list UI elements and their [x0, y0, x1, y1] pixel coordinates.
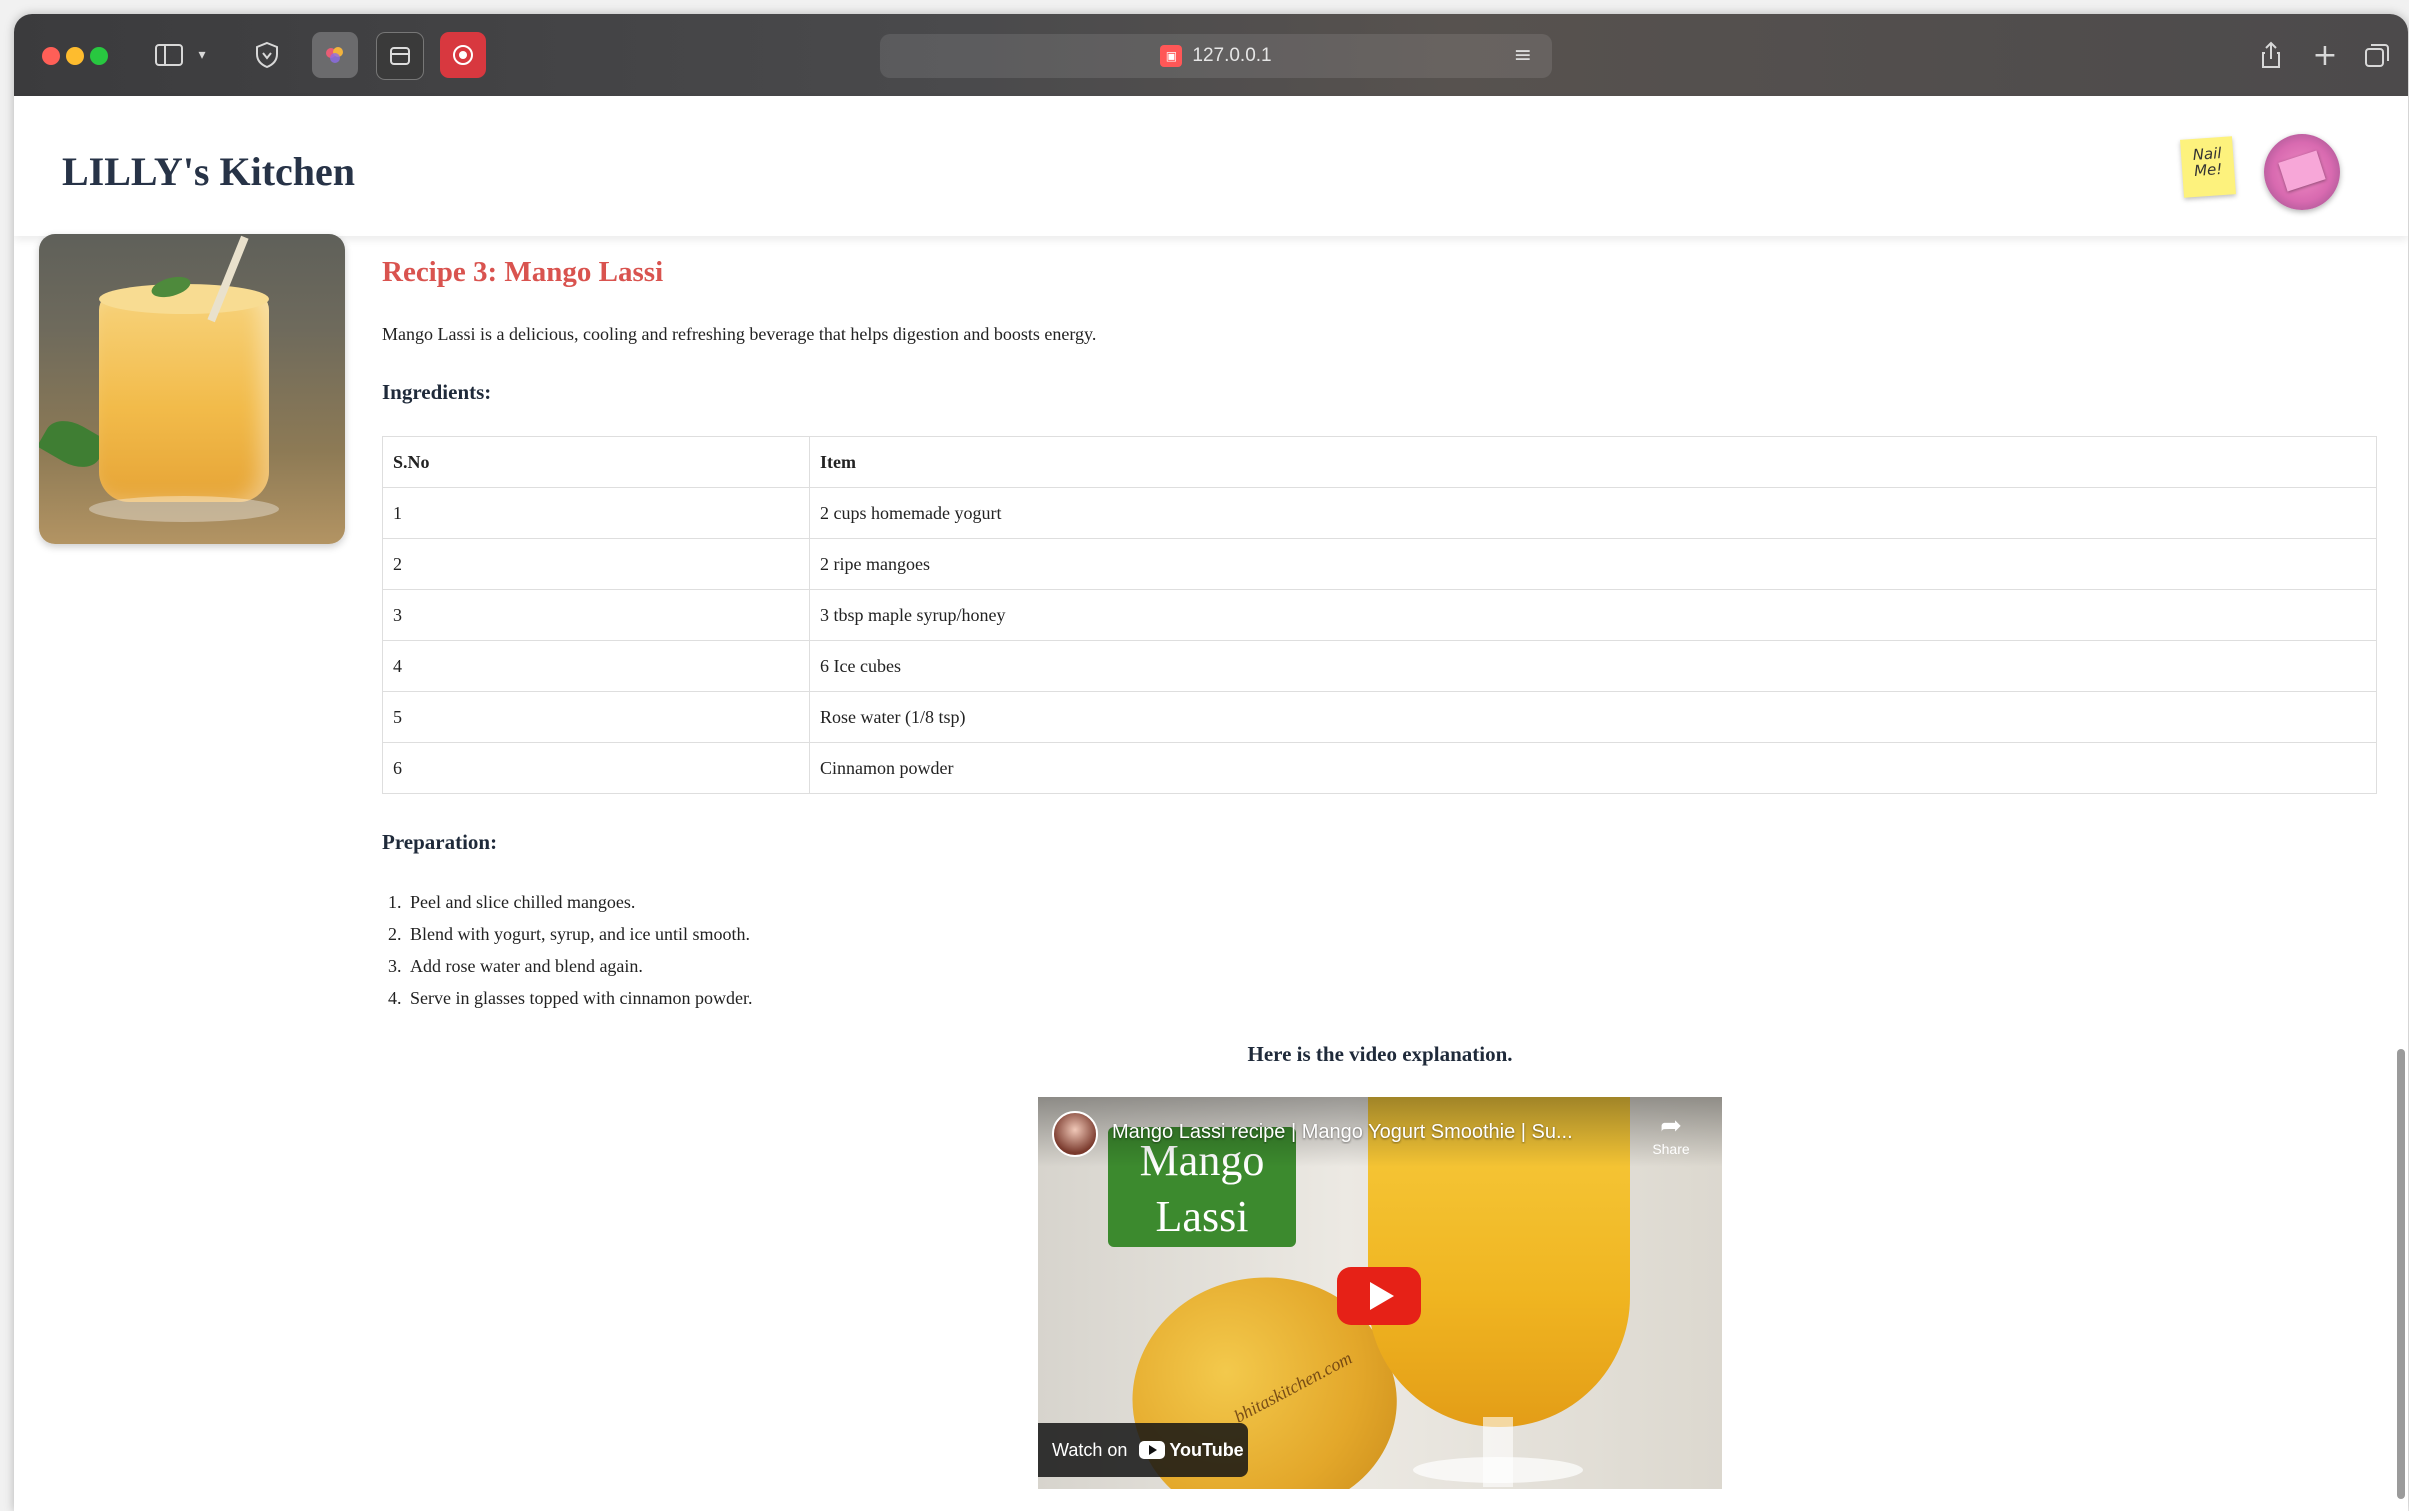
list-item: Add rose water and blend again. [406, 950, 752, 982]
ingredients-table: S.No Item 1 2 cups homemade yogurt 2 2 r… [382, 436, 2377, 794]
site-favicon-icon: ▣ [1160, 45, 1183, 67]
table-row: 3 3 tbsp maple syrup/honey [382, 589, 2377, 641]
video-caption: Here is the video explanation. [1247, 1042, 1513, 1066]
avatar[interactable] [2264, 134, 2340, 210]
chevron-down-icon[interactable]: ▾ [192, 34, 212, 76]
table-cell-sno: 2 [382, 538, 810, 590]
tab-overview-icon[interactable] [2362, 34, 2392, 76]
play-icon [1370, 1282, 1394, 1310]
video-embed[interactable]: Mango Lassi bhitaskitchen.com Mango Lass… [1038, 1097, 1722, 1489]
sticky-note[interactable]: Nail Me! [2180, 136, 2236, 198]
recipe-image [39, 234, 345, 544]
video-title[interactable]: Mango Lassi recipe | Mango Yogurt Smooth… [1112, 1121, 1612, 1144]
share-icon[interactable] [2256, 34, 2286, 76]
minimize-window-button[interactable] [66, 47, 84, 65]
browser-window: ▾ ▣ 127.0.0.1 ≡ + LILLY's Kitchen Nail M… [14, 14, 2408, 1511]
table-row: 2 2 ripe mangoes [382, 538, 2377, 590]
browser-toolbar: ▾ ▣ 127.0.0.1 ≡ + [14, 14, 2408, 96]
table-cell-item: 2 ripe mangoes [809, 538, 2377, 590]
recipe-description: Mango Lassi is a delicious, cooling and … [382, 324, 1097, 344]
shield-icon[interactable] [250, 34, 284, 76]
table-cell-sno: 4 [382, 640, 810, 692]
table-cell-item: 2 cups homemade yogurt [809, 487, 2377, 539]
new-tab-icon[interactable]: + [2310, 34, 2340, 76]
preparation-steps: Peel and slice chilled mangoes. Blend wi… [382, 886, 752, 1014]
column-header-sno: S.No [382, 436, 810, 488]
watch-on-label: Watch on [1052, 1439, 1128, 1460]
sidebar-toggle-icon[interactable] [152, 34, 186, 76]
table-cell-sno: 3 [382, 589, 810, 641]
maximize-window-button[interactable] [90, 47, 108, 65]
ingredients-heading: Ingredients: [382, 380, 492, 404]
list-item: Serve in glasses topped with cinnamon po… [406, 982, 752, 1014]
video-share-label: Share [1652, 1141, 1690, 1157]
extension-color-icon[interactable] [312, 32, 358, 78]
extension-calendar-icon[interactable] [376, 32, 424, 80]
table-cell-item: 6 Ice cubes [809, 640, 2377, 692]
watch-on-youtube-button[interactable]: Watch on YouTube [1038, 1423, 1248, 1477]
table-row: 6 Cinnamon powder [382, 742, 2377, 794]
preparation-heading: Preparation: [382, 830, 498, 854]
video-glass-foot [1413, 1457, 1583, 1483]
glass-base [89, 496, 279, 522]
table-row: 1 2 cups homemade yogurt [382, 487, 2377, 539]
reader-mode-icon[interactable]: ≡ [1514, 43, 1532, 68]
table-cell-sno: 6 [382, 742, 810, 794]
table-header-row: S.No Item [382, 436, 2377, 488]
close-window-button[interactable] [42, 47, 60, 65]
channel-avatar[interactable] [1052, 1111, 1098, 1157]
address-text: 127.0.0.1 [1192, 45, 1272, 66]
youtube-logo: YouTube [1139, 1439, 1244, 1461]
table-cell-sno: 1 [382, 487, 810, 539]
address-bar[interactable]: ▣ 127.0.0.1 ≡ [880, 34, 1552, 78]
site-title[interactable]: LILLY's Kitchen [62, 148, 355, 195]
site-header: LILLY's Kitchen Nail Me! [14, 96, 2408, 236]
column-header-item: Item [809, 436, 2377, 488]
list-item: Blend with yogurt, syrup, and ice until … [406, 918, 752, 950]
table-cell-item: Cinnamon powder [809, 742, 2377, 794]
share-arrow-icon: ➦ [1660, 1111, 1682, 1141]
page-scrollbar[interactable] [2397, 1049, 2405, 1499]
youtube-logo-text: YouTube [1169, 1439, 1244, 1460]
recipe-title: Recipe 3: Mango Lassi [382, 256, 664, 288]
extension-record-icon[interactable] [440, 32, 486, 78]
play-button[interactable] [1337, 1267, 1421, 1325]
table-cell-item: 3 tbsp maple syrup/honey [809, 589, 2377, 641]
youtube-play-icon [1139, 1441, 1166, 1459]
table-cell-item: Rose water (1/8 tsp) [809, 691, 2377, 743]
video-share-button[interactable]: ➦ Share [1643, 1111, 1699, 1157]
list-item: Peel and slice chilled mangoes. [406, 886, 752, 918]
avatar-sticky-icon [2278, 150, 2326, 192]
table-cell-sno: 5 [382, 691, 810, 743]
lassi-glass [99, 292, 269, 502]
table-row: 5 Rose water (1/8 tsp) [382, 691, 2377, 743]
table-row: 4 6 Ice cubes [382, 640, 2377, 692]
